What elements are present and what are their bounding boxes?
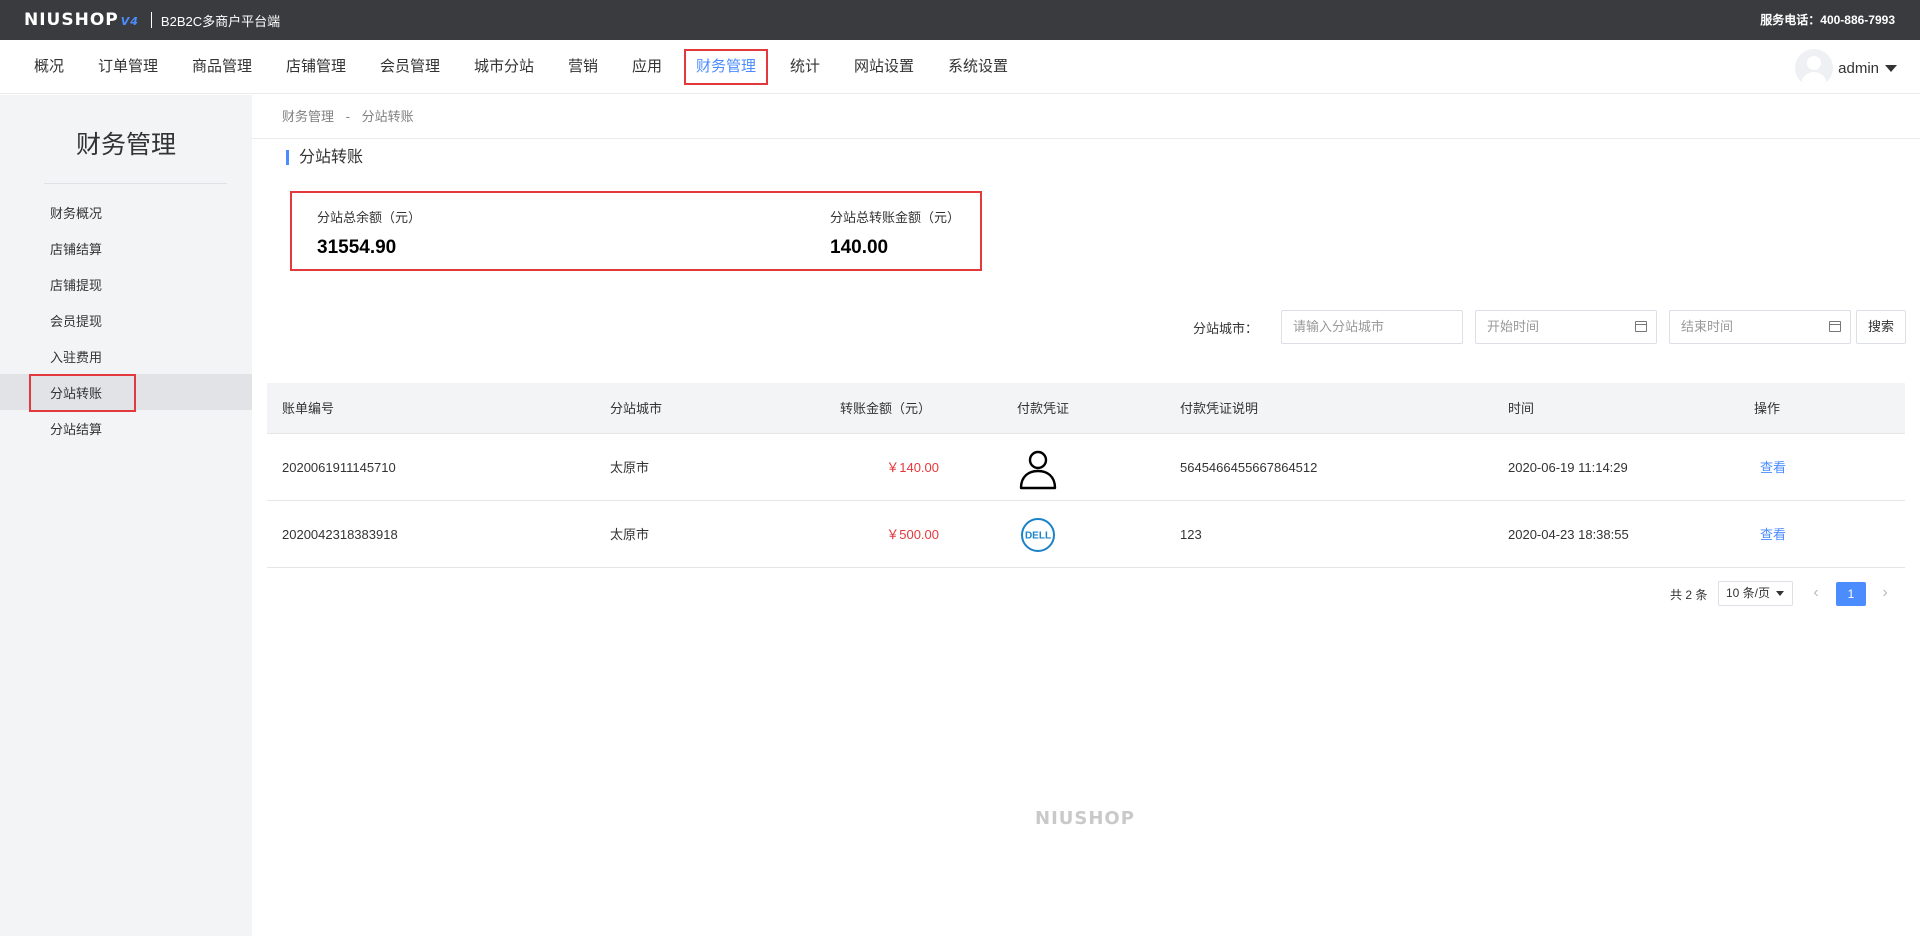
dell-logo-icon[interactable]: DELL	[1016, 513, 1060, 557]
sidebar-item-substation-transfer[interactable]: 分站转账	[50, 383, 102, 402]
nav-item-city-substation[interactable]: 城市分站	[474, 40, 534, 94]
transfer-total-label: 分站总转账金额（元）	[830, 210, 961, 225]
next-page-icon[interactable]: ›	[1875, 581, 1895, 606]
sidebar-item-shop-settlement[interactable]: 店铺结算	[50, 239, 102, 258]
col-time: 时间	[1508, 401, 1535, 416]
table-header: 账单编号 分站城市 转账金额（元） 付款凭证 付款凭证说明 时间 操作	[267, 383, 1905, 434]
amount: ￥500.00	[886, 527, 939, 542]
start-time-input[interactable]: 开始时间	[1475, 310, 1657, 344]
voucher-desc: 5645466455667864512	[1180, 460, 1318, 475]
col-voucher: 付款凭证	[1017, 401, 1070, 416]
pagination-total: 共 2 条	[1670, 588, 1708, 602]
search-button[interactable]: 搜索	[1856, 310, 1906, 344]
user-menu[interactable]: admin	[1795, 49, 1897, 87]
page-number-current[interactable]: 1	[1836, 582, 1866, 606]
calendar-icon	[1829, 321, 1841, 332]
sidebar-item-shop-withdraw[interactable]: 店铺提现	[50, 275, 102, 294]
logo-divider	[150, 12, 152, 28]
balance-label: 分站总余额（元）	[317, 210, 422, 225]
voucher-desc: 123	[1180, 527, 1202, 542]
col-city: 分站城市	[610, 401, 663, 416]
view-link[interactable]: 查看	[1760, 501, 1786, 568]
col-action: 操作	[1754, 401, 1781, 416]
user-avatar-icon[interactable]	[1016, 446, 1060, 490]
avatar	[1795, 49, 1834, 87]
col-voucher-desc: 付款凭证说明	[1180, 401, 1259, 416]
city-filter-label: 分站城市：	[1193, 321, 1259, 336]
bill-no: 2020061911145710	[282, 460, 396, 475]
sidebar-title: 财务管理	[75, 131, 176, 159]
nav-item-apps[interactable]: 应用	[632, 40, 662, 94]
nav-item-orders[interactable]: 订单管理	[98, 40, 158, 94]
sidebar: 财务管理 财务概况 店铺结算 店铺提现 会员提现 入驻费用 分站转账 分站结算	[0, 95, 252, 936]
footer-logo: NIUSHOP	[1035, 808, 1135, 829]
bill-no: 2020042318383918	[282, 527, 398, 542]
logo-version: V4	[120, 15, 139, 28]
start-time-placeholder: 开始时间	[1487, 319, 1540, 334]
niushop-logo[interactable]: NIUSHOP V4	[24, 10, 139, 30]
platform-name: B2B2C多商户平台端	[160, 13, 281, 29]
logo-text: NIUSHOP	[24, 10, 119, 30]
time: 2020-04-23 18:38:55	[1508, 527, 1629, 542]
nav-item-statistics[interactable]: 统计	[790, 40, 820, 94]
breadcrumb-separator: -	[345, 109, 350, 124]
end-time-placeholder: 结束时间	[1681, 319, 1734, 334]
transfer-total-value: 140.00	[830, 237, 889, 258]
city: 太原市	[610, 460, 650, 475]
breadcrumb-item-finance[interactable]: 财务管理	[282, 109, 334, 124]
username: admin	[1838, 59, 1879, 77]
table-row: 2020061911145710 太原市 ￥140.00 56454664556…	[267, 434, 1905, 501]
calendar-icon	[1635, 321, 1647, 332]
caret-down-icon	[1885, 64, 1897, 72]
page-title: 分站转账	[286, 150, 363, 166]
sidebar-divider	[44, 183, 227, 184]
top-bar: NIUSHOP V4 B2B2C多商户平台端 服务电话：400-886-7993	[0, 0, 1920, 40]
view-link[interactable]: 查看	[1760, 434, 1786, 501]
col-amount: 转账金额（元）	[840, 401, 932, 416]
svg-text:DELL: DELL	[1025, 531, 1051, 542]
page-size-value: 10 条/页	[1726, 586, 1771, 600]
nav-item-goods[interactable]: 商品管理	[192, 40, 252, 94]
prev-page-icon[interactable]: ‹	[1806, 581, 1826, 606]
breadcrumb-item-current: 分站转账	[361, 109, 414, 124]
table-row: 2020042318383918 太原市 ￥500.00 DELL 123 20…	[267, 501, 1905, 568]
city-search-input[interactable]: 请输入分站城市	[1281, 310, 1463, 344]
nav-item-shops[interactable]: 店铺管理	[286, 40, 346, 94]
main-nav: 概况 订单管理 商品管理 店铺管理 会员管理 城市分站 营销 应用 财务管理 统…	[0, 40, 1920, 94]
dropdown-arrow-icon	[1776, 591, 1784, 596]
col-bill-no: 账单编号	[282, 401, 335, 416]
sidebar-item-substation-settlement[interactable]: 分站结算	[50, 419, 102, 438]
time: 2020-06-19 11:14:29	[1508, 460, 1628, 475]
nav-item-overview[interactable]: 概况	[34, 40, 64, 94]
breadcrumb: 财务管理 - 分站转账	[282, 95, 422, 139]
nav-item-marketing[interactable]: 营销	[568, 40, 598, 94]
page-size-select[interactable]: 10 条/页	[1718, 581, 1793, 606]
nav-item-system-settings[interactable]: 系统设置	[948, 40, 1008, 94]
nav-item-members[interactable]: 会员管理	[380, 40, 440, 94]
nav-item-site-settings[interactable]: 网站设置	[854, 40, 914, 94]
summary-card: 分站总余额（元） 31554.90 分站总转账金额（元） 140.00	[290, 191, 982, 271]
amount: ￥140.00	[886, 460, 939, 475]
nav-item-finance[interactable]: 财务管理	[684, 49, 769, 85]
end-time-input[interactable]: 结束时间	[1669, 310, 1851, 344]
service-phone: 服务电话：400-886-7993	[1760, 13, 1895, 27]
sidebar-item-member-withdraw[interactable]: 会员提现	[50, 311, 102, 330]
city: 太原市	[610, 527, 650, 542]
breadcrumb-bar: 财务管理 - 分站转账	[252, 95, 1920, 139]
sidebar-item-finance-overview[interactable]: 财务概况	[50, 203, 102, 222]
sidebar-item-entry-fee[interactable]: 入驻费用	[50, 347, 102, 366]
balance-value: 31554.90	[317, 237, 397, 258]
